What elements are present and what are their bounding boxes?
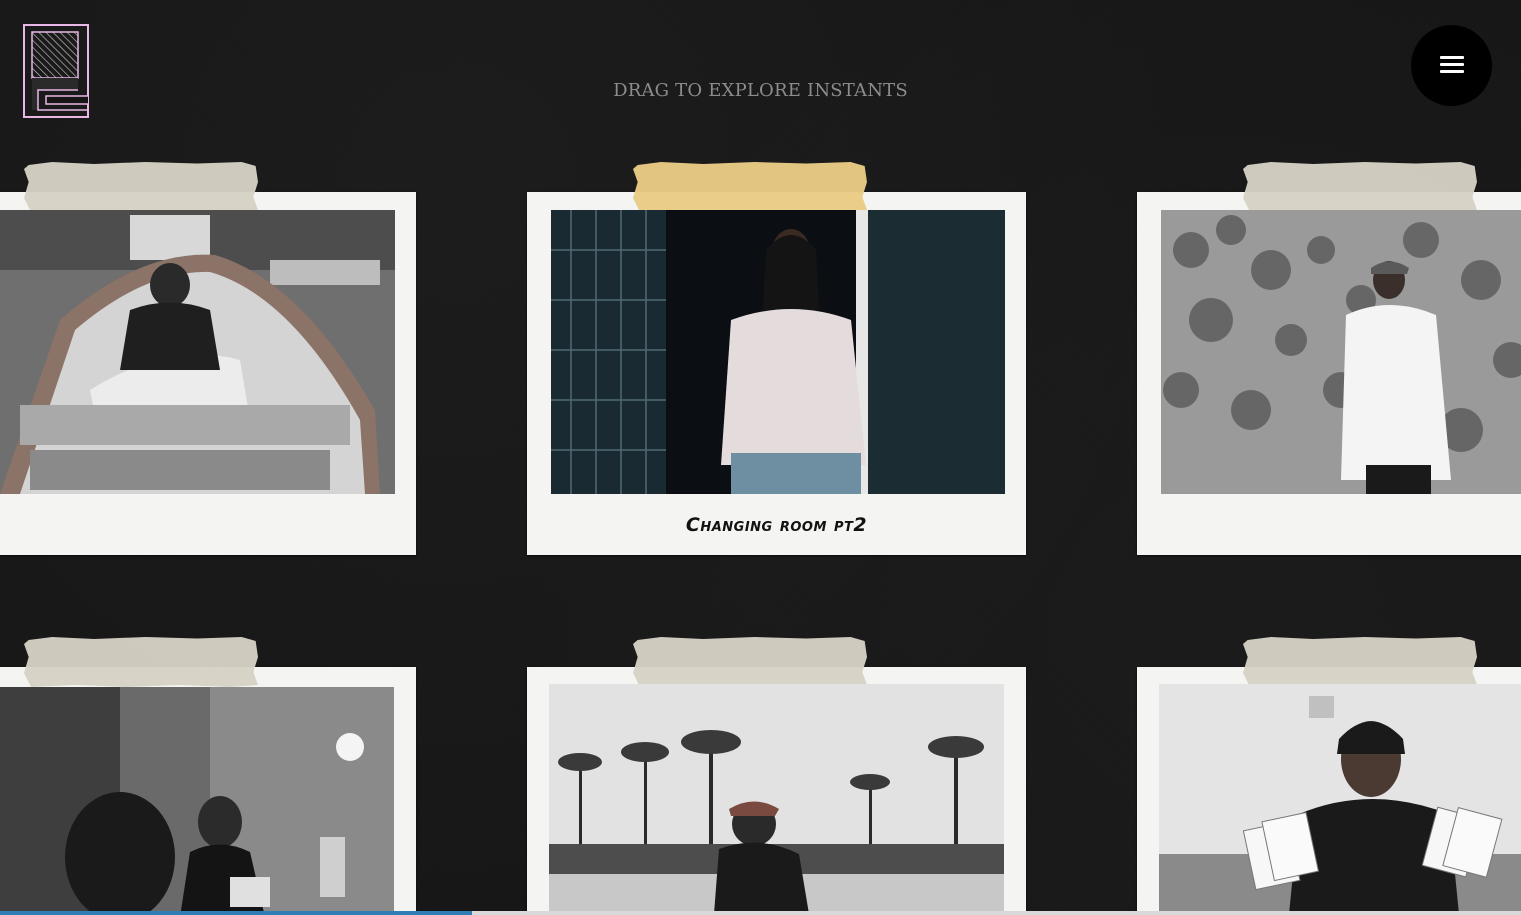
instant-photo-woman-by-ivy-wall — [1161, 210, 1521, 494]
tape-strip — [633, 162, 867, 212]
instant-photo-woman-in-boat — [0, 210, 395, 494]
instant-photo-woman-in-changing-room — [551, 210, 1005, 494]
instant-photo-woman-holding-cards — [1159, 684, 1521, 914]
instant-photo-man-with-palm-trees — [549, 684, 1004, 914]
pe-monogram-logo — [23, 24, 89, 118]
instant-card[interactable] — [0, 637, 416, 915]
drag-hint: DRAG TO EXPLORE INSTANTS — [613, 80, 908, 101]
instant-card[interactable] — [1137, 637, 1521, 915]
menu-button[interactable] — [1411, 25, 1492, 106]
instant-card[interactable] — [0, 162, 416, 555]
tape-strip — [24, 637, 258, 687]
tape-strip — [24, 162, 258, 212]
tape-strip — [1243, 162, 1477, 212]
instant-card[interactable] — [1137, 162, 1521, 555]
tape-strip — [633, 637, 867, 687]
instant-caption: Changing room pt2 — [685, 514, 868, 536]
hamburger-bar — [1440, 70, 1464, 73]
scroll-progress-bar — [0, 911, 472, 915]
hamburger-menu-icon — [1440, 56, 1464, 59]
instant-card[interactable] — [527, 637, 1026, 915]
hamburger-bar — [1440, 63, 1464, 66]
site-logo[interactable] — [23, 24, 89, 118]
instant-photo-women-at-table — [0, 687, 394, 915]
tape-strip — [1243, 637, 1477, 687]
instant-card[interactable]: Changing room pt2 — [527, 162, 1026, 555]
